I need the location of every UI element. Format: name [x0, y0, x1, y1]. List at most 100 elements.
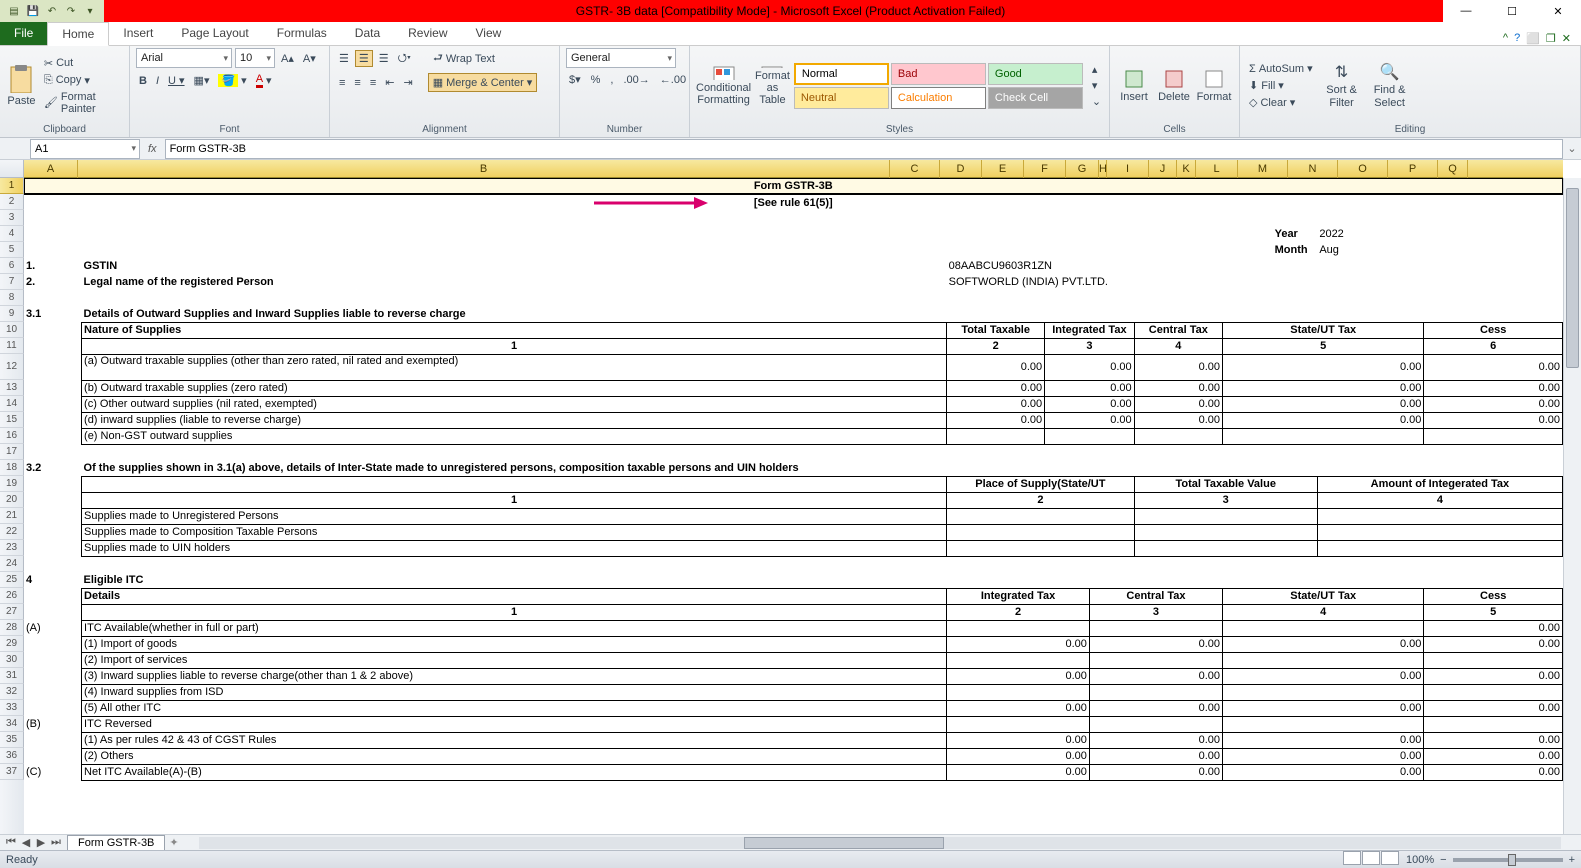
worksheet[interactable]: A B C D E F G H I J K L M N O P Q 1 2 3 …	[0, 160, 1581, 834]
restore-icon[interactable]: ❐	[1546, 32, 1556, 45]
col-header[interactable]: C	[890, 160, 940, 178]
insert-cells-button[interactable]: Insert	[1116, 65, 1152, 107]
row-header[interactable]: 28	[0, 620, 24, 636]
cell[interactable]: Amount of Integerated Tax	[1317, 476, 1562, 492]
row-header[interactable]: 37	[0, 764, 24, 780]
font-color-button[interactable]: A▾	[253, 72, 275, 89]
row-header[interactable]: 31	[0, 668, 24, 684]
row-header[interactable]: 4	[0, 226, 24, 242]
style-bad[interactable]: Bad	[891, 63, 986, 85]
cell[interactable]: 4	[24, 572, 82, 588]
sheet-nav[interactable]: ⏮◀▶⏭	[0, 836, 67, 849]
col-header[interactable]: E	[982, 160, 1024, 178]
percent-icon[interactable]: %	[588, 72, 604, 87]
style-neutral[interactable]: Neutral	[794, 87, 889, 109]
cell[interactable]: 1	[82, 492, 947, 508]
cell[interactable]: 0.00	[1089, 764, 1222, 780]
cell[interactable]: SOFTWORLD (INDIA) PVT.LTD.	[947, 274, 1563, 290]
vertical-scrollbar[interactable]	[1563, 178, 1581, 834]
cell[interactable]	[1424, 428, 1563, 444]
cell[interactable]: (C)	[24, 764, 82, 780]
fx-icon[interactable]: fx	[148, 143, 157, 155]
row-header[interactable]: 16	[0, 428, 24, 444]
cell[interactable]: (c) Other outward supplies (nil rated, e…	[82, 396, 947, 412]
align-top-icon[interactable]: ☰	[336, 51, 352, 66]
cell[interactable]	[1424, 716, 1563, 732]
cell[interactable]: 5	[1223, 338, 1424, 354]
cell[interactable]	[24, 226, 1273, 242]
font-name-select[interactable]: Arial	[136, 48, 232, 68]
cell[interactable]: 0.00	[1223, 380, 1424, 396]
decrease-indent-icon[interactable]: ⇤	[382, 75, 397, 90]
cell[interactable]	[24, 444, 1563, 460]
cell[interactable]: Eligible ITC	[82, 572, 1563, 588]
cell[interactable]: (1) Import of goods	[82, 636, 947, 652]
row-header[interactable]: 19	[0, 476, 24, 492]
cell[interactable]: 0.00	[1089, 732, 1222, 748]
row-header[interactable]: 18	[0, 460, 24, 476]
name-box[interactable]: A1	[30, 139, 140, 159]
cell[interactable]: 4	[1223, 604, 1424, 620]
cell[interactable]: Integrated Tax	[947, 588, 1090, 604]
cell[interactable]: 0.00	[1223, 412, 1424, 428]
row-header[interactable]: 5	[0, 242, 24, 258]
row-header[interactable]: 36	[0, 748, 24, 764]
cell[interactable]: Supplies made to UIN holders	[82, 540, 947, 556]
cell[interactable]: (b) Outward traxable supplies (zero rate…	[82, 380, 947, 396]
row-header[interactable]: 9	[0, 306, 24, 322]
comma-icon[interactable]: ,	[607, 72, 616, 87]
fill-color-button[interactable]: 🪣▾	[215, 72, 249, 89]
number-format-select[interactable]: General	[566, 48, 676, 68]
cell[interactable]: Cess	[1424, 588, 1563, 604]
column-headers[interactable]: A B C D E F G H I J K L M N O P Q	[24, 160, 1563, 178]
tab-formulas[interactable]: Formulas	[263, 21, 341, 45]
cell[interactable]	[947, 508, 1134, 524]
row-header[interactable]: 34	[0, 716, 24, 732]
cell[interactable]: 0.00	[1045, 396, 1134, 412]
cell[interactable]	[24, 290, 1563, 306]
cell[interactable]: 0.00	[1223, 732, 1424, 748]
cell[interactable]: 0.00	[1424, 764, 1563, 780]
cell[interactable]: 0.00	[1424, 700, 1563, 716]
view-buttons[interactable]	[1343, 851, 1400, 868]
new-sheet-icon[interactable]: ✦	[169, 836, 178, 849]
paste-button[interactable]: Paste	[6, 65, 37, 107]
cell[interactable]: 0.00	[947, 748, 1090, 764]
col-header[interactable]: G	[1066, 160, 1099, 178]
cell[interactable]: 0.00	[1424, 636, 1563, 652]
cell[interactable]: GSTIN	[82, 258, 947, 274]
cell[interactable]: Place of Supply(State/UT	[947, 476, 1134, 492]
cell[interactable]: 1	[82, 604, 947, 620]
expand-formula-icon[interactable]: ⌄	[1563, 142, 1581, 155]
cell[interactable]: 0.00	[947, 396, 1045, 412]
style-good[interactable]: Good	[988, 63, 1083, 85]
cell[interactable]: 0.00	[1089, 636, 1222, 652]
cell[interactable]: 0.00	[1045, 412, 1134, 428]
cell[interactable]	[1424, 652, 1563, 668]
cell[interactable]	[947, 652, 1090, 668]
tab-home[interactable]: Home	[47, 22, 109, 46]
cell[interactable]: Aug	[1317, 242, 1562, 258]
cell[interactable]: 0.00	[1424, 354, 1563, 380]
cell[interactable]	[1223, 428, 1424, 444]
select-all-corner[interactable]	[0, 160, 24, 178]
cell-A1[interactable]: Form GSTR-3B	[24, 178, 1563, 194]
decrease-font-icon[interactable]: A▾	[300, 48, 319, 68]
col-header[interactable]: I	[1107, 160, 1149, 178]
increase-decimal-icon[interactable]: .00→	[620, 72, 652, 87]
cell[interactable]: 3	[1134, 492, 1317, 508]
cell[interactable]: (3) Inward supplies liable to reverse ch…	[82, 668, 947, 684]
cell[interactable]: Central Tax	[1134, 322, 1222, 338]
cell[interactable]: (5) All other ITC	[82, 700, 947, 716]
cell[interactable]: 0.00	[1223, 636, 1424, 652]
cell[interactable]: 08AABCU9603R1ZN	[947, 258, 1563, 274]
cell[interactable]	[24, 338, 82, 354]
cell[interactable]: 3	[1089, 604, 1222, 620]
cell[interactable]: 0.00	[947, 700, 1090, 716]
row-header[interactable]: 23	[0, 540, 24, 556]
close-wb-icon[interactable]: ✕	[1562, 32, 1571, 45]
maximize-button[interactable]: ☐	[1489, 0, 1535, 22]
copy-button[interactable]: ⎘ Copy ▾	[41, 73, 123, 88]
row-header[interactable]: 8	[0, 290, 24, 306]
row-header[interactable]: 20	[0, 492, 24, 508]
